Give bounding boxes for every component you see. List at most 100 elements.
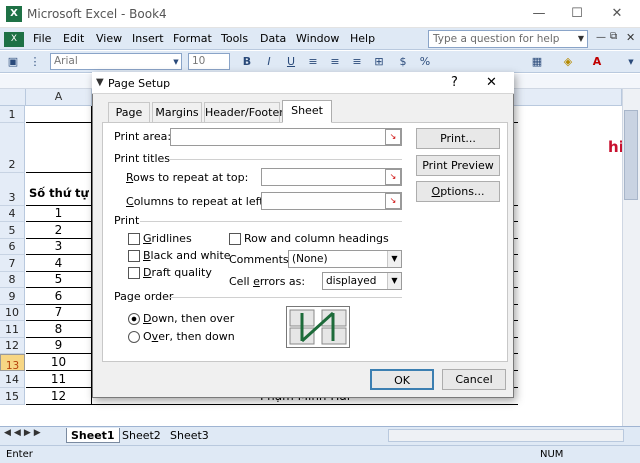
draft-quality-checkbox[interactable] xyxy=(128,267,140,279)
menu-format[interactable]: Format xyxy=(173,32,212,45)
print-area-picker-icon[interactable]: ↘ xyxy=(385,129,401,145)
row-header[interactable]: 2 xyxy=(0,123,25,173)
down-then-over-radio[interactable] xyxy=(128,313,140,325)
menu-file[interactable]: File xyxy=(33,32,51,45)
cell-a[interactable]: 2 xyxy=(26,222,92,239)
dialog-help-icon[interactable]: ? xyxy=(451,75,458,90)
cols-repeat-picker-icon[interactable]: ↘ xyxy=(385,193,401,209)
close-window-icon[interactable]: ✕ xyxy=(602,4,632,24)
menu-view[interactable]: View xyxy=(96,32,122,45)
row-header[interactable]: 8 xyxy=(0,272,25,288)
cell-a[interactable]: 3 xyxy=(26,239,92,255)
tab-margins[interactable]: Margins xyxy=(152,102,202,122)
align-center-icon[interactable]: ≡ xyxy=(328,55,342,69)
fill-color-icon[interactable]: ◈ xyxy=(560,55,576,69)
merge-center-icon[interactable]: ⊞ xyxy=(372,55,386,69)
print-preview-button[interactable]: Print Preview xyxy=(416,155,500,176)
row-header[interactable]: 10 xyxy=(0,305,25,321)
cell-a[interactable]: 1 xyxy=(26,206,92,222)
cell-a[interactable]: Số thứ tự xyxy=(26,173,92,206)
vertical-scroll-thumb[interactable] xyxy=(624,110,638,200)
gridlines-checkbox[interactable] xyxy=(128,233,140,245)
menu-insert[interactable]: Insert xyxy=(132,32,164,45)
menu-data[interactable]: Data xyxy=(260,32,286,45)
row-header[interactable]: 5 xyxy=(0,222,25,239)
comments-dropdown-icon[interactable]: ▼ xyxy=(387,251,401,267)
font-size-select[interactable]: 10 xyxy=(188,53,230,70)
cols-repeat-input[interactable] xyxy=(261,192,402,210)
tab-page[interactable]: Page xyxy=(108,102,150,122)
borders-icon[interactable]: ▦ xyxy=(530,55,544,69)
font-color-icon[interactable]: A xyxy=(590,55,604,69)
help-question-input[interactable]: Type a question for help xyxy=(428,30,588,48)
row-header[interactable]: 6 xyxy=(0,239,25,255)
dialog-close-icon[interactable]: ✕ xyxy=(486,75,497,90)
sheet-tab-2[interactable]: Sheet2 xyxy=(118,428,165,443)
cell-a[interactable]: 5 xyxy=(26,272,92,288)
currency-icon[interactable]: $ xyxy=(396,55,410,69)
cell-a[interactable] xyxy=(26,123,92,173)
menu-tools[interactable]: Tools xyxy=(221,32,248,45)
row-header[interactable]: 1 xyxy=(0,106,25,123)
menu-window[interactable]: Window xyxy=(296,32,339,45)
row-header[interactable]: 15 xyxy=(0,388,25,405)
print-area-input[interactable] xyxy=(170,128,402,146)
cell-a[interactable]: 8 xyxy=(26,321,92,338)
align-right-icon[interactable]: ≡ xyxy=(350,55,364,69)
font-dropdown-icon[interactable]: ▼ xyxy=(170,55,182,69)
font-name-select[interactable]: Arial xyxy=(50,53,182,70)
cell-a[interactable]: 11 xyxy=(26,371,92,388)
row-header[interactable]: 13 xyxy=(0,354,25,372)
row-header[interactable]: 11 xyxy=(0,321,25,338)
maximize-icon[interactable]: ☐ xyxy=(562,4,592,24)
workbook-icon[interactable]: X xyxy=(4,32,24,47)
toolbar-options-icon[interactable]: ⋮ xyxy=(28,55,42,69)
over-then-down-radio[interactable] xyxy=(128,331,140,343)
options-button[interactable]: Options... xyxy=(416,181,500,202)
cell-a[interactable]: 10 xyxy=(26,354,92,371)
sheet-nav-arrows-icon[interactable]: ◀◀▶▶ xyxy=(4,428,44,438)
select-all-corner[interactable] xyxy=(0,89,26,106)
row-header[interactable]: 4 xyxy=(0,206,25,222)
workbook-minimize-icon[interactable]: — xyxy=(596,32,606,43)
percent-icon[interactable]: % xyxy=(418,55,432,69)
align-left-icon[interactable]: ≡ xyxy=(306,55,320,69)
cell-a[interactable]: 6 xyxy=(26,288,92,305)
ok-button[interactable]: OK xyxy=(370,369,434,390)
row-header[interactable]: 3 xyxy=(0,173,25,206)
cell-a[interactable] xyxy=(26,106,92,123)
cell-a[interactable]: 12 xyxy=(26,388,92,405)
comments-select[interactable]: (None) xyxy=(288,250,402,268)
rows-repeat-picker-icon[interactable]: ↘ xyxy=(385,169,401,185)
tab-sheet[interactable]: Sheet xyxy=(282,100,332,123)
dialog-menu-icon[interactable]: ▼ xyxy=(96,77,104,88)
menu-help[interactable]: Help xyxy=(350,32,375,45)
cell-a[interactable]: 7 xyxy=(26,305,92,321)
help-dropdown-icon[interactable]: ▼ xyxy=(574,30,588,48)
print-button[interactable]: Print... xyxy=(416,128,500,149)
save-icon[interactable]: ▣ xyxy=(6,55,20,69)
menu-edit[interactable]: Edit xyxy=(63,32,84,45)
cell-a[interactable]: 4 xyxy=(26,255,92,272)
minimize-icon[interactable]: — xyxy=(524,4,554,24)
cell-a[interactable]: 9 xyxy=(26,338,92,354)
rows-repeat-input[interactable] xyxy=(261,168,402,186)
row-col-headings-checkbox[interactable] xyxy=(229,233,241,245)
row-header[interactable]: 12 xyxy=(0,338,25,354)
row-header[interactable]: 14 xyxy=(0,371,25,388)
workbook-close-icon[interactable]: ✕ xyxy=(626,31,635,44)
cancel-button[interactable]: Cancel xyxy=(442,369,506,390)
bold-icon[interactable]: B xyxy=(240,55,254,69)
sheet-tab-3[interactable]: Sheet3 xyxy=(166,428,213,443)
row-header[interactable]: 9 xyxy=(0,288,25,305)
black-white-checkbox[interactable] xyxy=(128,250,140,262)
workbook-restore-icon[interactable]: ⧉ xyxy=(610,31,617,42)
cell-errors-dropdown-icon[interactable]: ▼ xyxy=(387,273,401,289)
underline-icon[interactable]: U xyxy=(284,55,298,69)
sheet-tab-1[interactable]: Sheet1 xyxy=(66,428,120,443)
column-header-a[interactable]: A xyxy=(26,89,92,106)
horizontal-scrollbar[interactable] xyxy=(388,429,624,442)
tab-header-footer[interactable]: Header/Footer xyxy=(204,102,284,122)
italic-icon[interactable]: I xyxy=(262,55,276,69)
toolbar-overflow-icon[interactable]: ▼ xyxy=(626,55,636,69)
